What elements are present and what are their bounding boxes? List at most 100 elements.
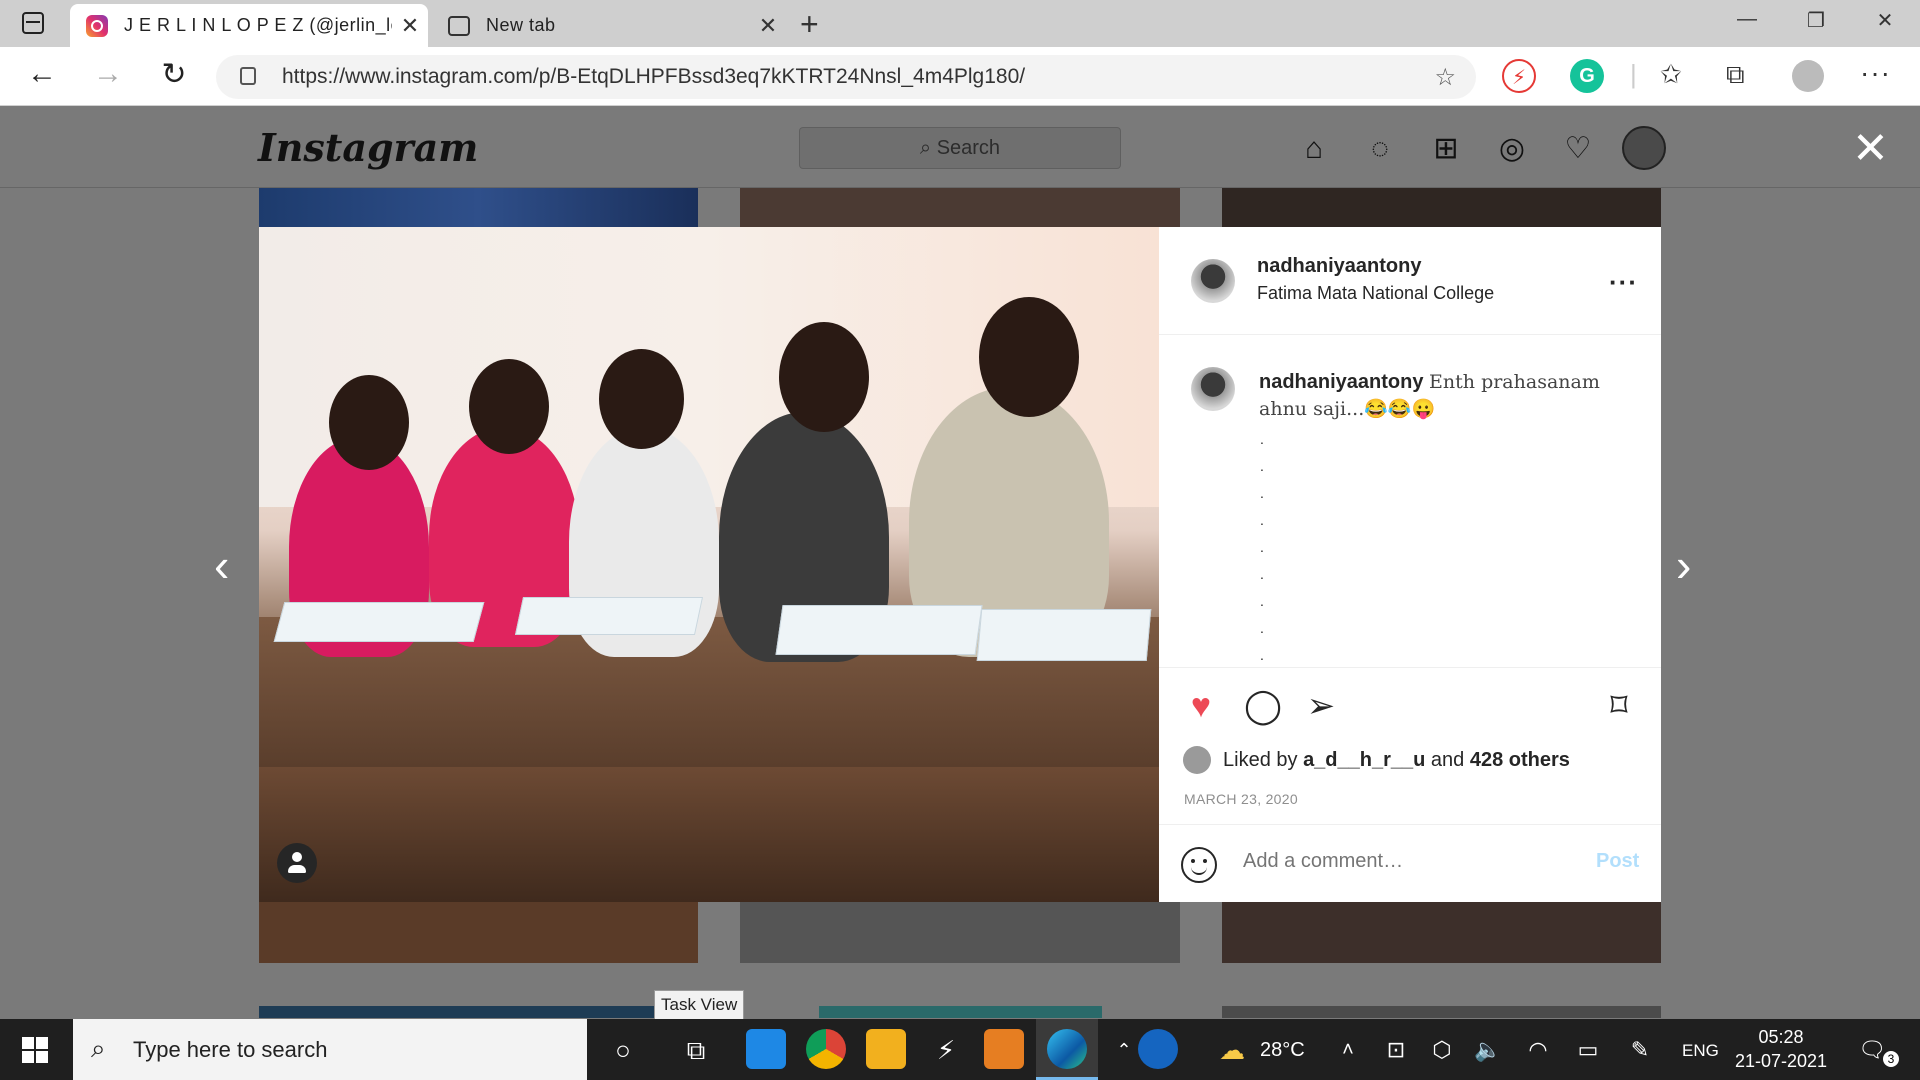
- more-options-icon[interactable]: ···: [1609, 267, 1638, 298]
- wifi-icon[interactable]: ◠: [1518, 1031, 1558, 1069]
- tagged-users-icon[interactable]: [277, 843, 317, 883]
- profile-avatar[interactable]: [1622, 126, 1666, 170]
- settings-more-icon[interactable]: ···: [1860, 57, 1891, 89]
- instagram-icon: [86, 14, 108, 37]
- tray-app-icon[interactable]: ⊡: [1376, 1031, 1416, 1069]
- favorites-icon[interactable]: ✩: [1660, 59, 1682, 90]
- new-post-icon[interactable]: ⊞: [1426, 129, 1466, 169]
- url-text: https://www.instagram.com/p/B-EtqDLHPFBs…: [282, 65, 1026, 88]
- photo-figure-head: [599, 349, 684, 449]
- extension-blocker-icon[interactable]: ⚡: [1502, 59, 1536, 93]
- pen-app-icon[interactable]: ⚡: [926, 1031, 966, 1069]
- author-username[interactable]: nadhaniyaantony: [1257, 255, 1421, 278]
- previous-post-arrow-icon[interactable]: ‹: [214, 538, 229, 592]
- grid-post-thumbnail[interactable]: [259, 902, 698, 963]
- caption-username[interactable]: nadhaniyaantony: [1259, 371, 1423, 393]
- liker-avatar[interactable]: [1183, 746, 1211, 774]
- caption-dot: .: [1260, 620, 1264, 636]
- refresh-icon[interactable]: ↻: [154, 57, 194, 92]
- liked-by-user[interactable]: a_d__h_r__u: [1303, 749, 1425, 772]
- grammarly-icon[interactable]: G: [1570, 59, 1604, 93]
- back-icon[interactable]: ←: [22, 57, 62, 91]
- home-icon[interactable]: ⌂: [1294, 129, 1334, 169]
- windows-taskbar: ⌕ Type here to search ○ ⧉ ⚡ ⌃ ☁ 28°C ˄ ⊡…: [0, 1019, 1920, 1080]
- pen-tray-icon[interactable]: ✎: [1620, 1031, 1660, 1069]
- weather-temperature[interactable]: 28°C: [1260, 1039, 1305, 1062]
- grid-post-thumbnail[interactable]: [819, 1006, 1102, 1018]
- close-modal-icon[interactable]: ✕: [1852, 127, 1889, 171]
- add-favorite-icon[interactable]: ☆: [1434, 63, 1456, 92]
- comment-icon[interactable]: ◯: [1243, 686, 1283, 726]
- instagram-header: Instagram ⌕ Search ⌂ ◌ ⊞ ◎ ♡: [0, 107, 1920, 188]
- post-side-panel: nadhaniyaantony Fatima Mata National Col…: [1159, 227, 1661, 902]
- collections-icon[interactable]: ⧉: [1726, 59, 1745, 91]
- post-photo[interactable]: [259, 227, 1159, 902]
- minimize-icon[interactable]: —: [1727, 8, 1767, 31]
- volume-icon[interactable]: 🔈: [1468, 1031, 1508, 1069]
- taskbar-search-placeholder: Type here to search: [133, 1037, 328, 1062]
- like-heart-icon[interactable]: ♥: [1181, 686, 1221, 726]
- language-indicator[interactable]: ENG: [1682, 1041, 1719, 1061]
- taskbar-search-box[interactable]: ⌕ Type here to search: [73, 1019, 587, 1080]
- close-tab-icon[interactable]: ✕: [750, 13, 786, 39]
- taskbar-clock[interactable]: 05:28 21-07-2021: [1716, 1025, 1846, 1073]
- post-date[interactable]: MARCH 23, 2020: [1184, 791, 1298, 807]
- grid-post-thumbnail[interactable]: [259, 1006, 698, 1018]
- caption-dot: .: [1260, 593, 1264, 609]
- next-post-arrow-icon[interactable]: ›: [1676, 538, 1691, 592]
- post-header: nadhaniyaantony Fatima Mata National Col…: [1159, 227, 1661, 335]
- show-hidden-icons-icon[interactable]: ˄: [1328, 1031, 1368, 1069]
- close-window-icon[interactable]: ✕: [1865, 8, 1905, 33]
- grid-post-thumbnail[interactable]: [259, 188, 698, 228]
- messenger-icon[interactable]: ◌: [1360, 129, 1400, 169]
- grid-post-thumbnail[interactable]: [740, 188, 1180, 228]
- activity-heart-icon[interactable]: ♡: [1558, 129, 1598, 169]
- tab-actions-icon[interactable]: [22, 12, 44, 34]
- task-view-icon[interactable]: ⧉: [676, 1031, 716, 1069]
- lock-icon[interactable]: [240, 67, 256, 85]
- mail-app-icon[interactable]: [746, 1029, 786, 1069]
- chrome-app-icon[interactable]: [806, 1029, 846, 1069]
- windows-start-icon[interactable]: [22, 1037, 48, 1063]
- close-tab-icon[interactable]: ✕: [392, 13, 428, 39]
- emoji-icon[interactable]: [1181, 847, 1217, 883]
- newtab-icon: [448, 15, 470, 36]
- forward-icon[interactable]: →: [88, 57, 128, 91]
- url-field[interactable]: https://www.instagram.com/p/B-EtqDLHPFBs…: [216, 55, 1476, 99]
- caption-dot: .: [1260, 512, 1264, 528]
- comment-input[interactable]: [1243, 850, 1563, 873]
- liked-by-others[interactable]: 428 others: [1470, 749, 1570, 772]
- restore-icon[interactable]: ❐: [1796, 8, 1836, 33]
- photo-notebook: [976, 609, 1152, 661]
- dropbox-icon[interactable]: ⬡: [1422, 1031, 1462, 1069]
- post-caption: nadhaniyaantony Enth prahasanam ahnu saj…: [1259, 369, 1629, 423]
- search-icon: ⌕: [91, 1033, 106, 1063]
- caption-author-avatar[interactable]: [1191, 367, 1235, 411]
- help-app-icon[interactable]: [1138, 1029, 1178, 1069]
- search-input[interactable]: ⌕ Search: [799, 127, 1121, 169]
- cortana-icon[interactable]: ○: [603, 1031, 643, 1069]
- post-comment-button[interactable]: Post: [1596, 850, 1639, 873]
- likes-summary: Liked by a_d__h_r__u and 428 others: [1183, 746, 1570, 774]
- explore-icon[interactable]: ◎: [1492, 129, 1532, 169]
- media-player-icon[interactable]: [984, 1029, 1024, 1069]
- file-explorer-icon[interactable]: [866, 1029, 906, 1069]
- grid-post-thumbnail[interactable]: [740, 902, 1180, 963]
- separator: |: [1630, 59, 1637, 89]
- grid-post-thumbnail[interactable]: [1222, 1006, 1661, 1018]
- tab-new-tab[interactable]: New tab ✕: [436, 4, 786, 47]
- grid-post-thumbnail[interactable]: [1222, 902, 1661, 963]
- battery-icon[interactable]: ▭: [1568, 1031, 1608, 1069]
- tab-instagram[interactable]: J E R L I N L O P E Z (@jerlin_lopez ✕: [70, 4, 428, 47]
- author-avatar[interactable]: [1191, 259, 1235, 303]
- save-bookmark-icon[interactable]: ⌑: [1599, 686, 1639, 726]
- edge-app-active[interactable]: [1036, 1019, 1098, 1080]
- share-icon[interactable]: ➢: [1301, 686, 1341, 726]
- new-tab-button[interactable]: +: [800, 6, 819, 43]
- post-location[interactable]: Fatima Mata National College: [1257, 283, 1494, 304]
- browser-profile-avatar[interactable]: [1792, 60, 1824, 92]
- weather-icon[interactable]: ☁: [1212, 1031, 1252, 1069]
- instagram-logo[interactable]: Instagram: [258, 125, 478, 170]
- grid-post-thumbnail[interactable]: [1222, 188, 1661, 228]
- photo-notebook: [273, 602, 485, 642]
